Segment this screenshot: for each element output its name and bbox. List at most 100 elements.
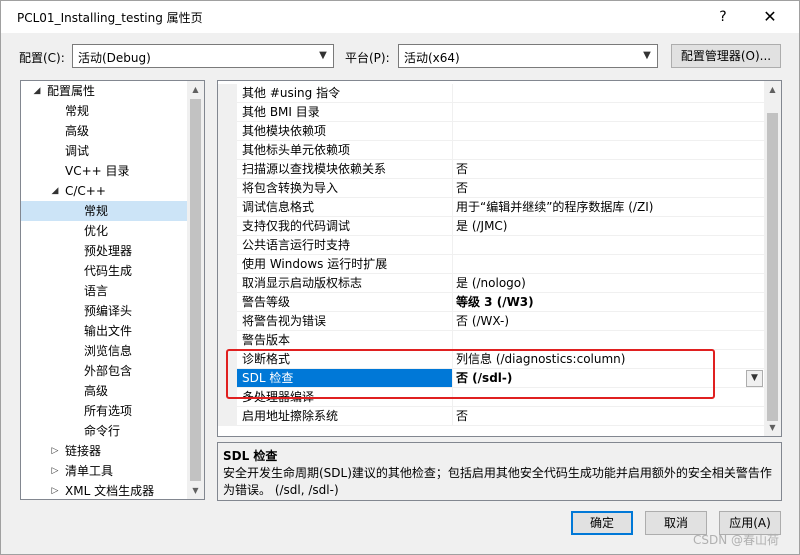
property-value[interactable]: 是 (/nologo) [453, 274, 764, 293]
tree-item[interactable]: 调试 [21, 141, 187, 161]
help-button[interactable]: ? [706, 5, 740, 29]
row-gutter [218, 388, 237, 407]
property-name: 支持仅我的代码调试 [237, 217, 453, 236]
row-gutter [218, 198, 237, 217]
property-value[interactable] [453, 103, 764, 122]
property-row[interactable]: 其他 BMI 目录 [218, 103, 764, 122]
property-row[interactable]: 调试信息格式 用于“编辑并继续”的程序数据库 (/ZI) [218, 198, 764, 217]
tree-item-label: 输出文件 [84, 324, 133, 338]
scrollbar-thumb[interactable] [190, 99, 201, 481]
tree-item-label: 清单工具 [65, 464, 114, 478]
property-value[interactable]: 否 (/WX-) [453, 312, 764, 331]
expand-arrow-icon[interactable]: ▷ [49, 481, 61, 499]
tree-item[interactable]: 预处理器 [21, 241, 187, 261]
property-value[interactable]: 否 (/sdl-) [453, 369, 764, 388]
property-value[interactable] [453, 255, 764, 274]
property-name: 其他标头单元依赖项 [237, 141, 453, 160]
tree-item[interactable]: 所有选项 [21, 401, 187, 421]
tree-item[interactable]: VC++ 目录 [21, 161, 187, 181]
property-row[interactable]: 其他标头单元依赖项 [218, 141, 764, 160]
property-row[interactable]: 公共语言运行时支持 [218, 236, 764, 255]
property-value[interactable]: 用于“编辑并继续”的程序数据库 (/ZI) [453, 198, 764, 217]
tree-item[interactable]: ▷ 清单工具 [21, 461, 187, 481]
tree-item-label: VC++ 目录 [65, 164, 130, 178]
property-row[interactable]: 其他模块依赖项 [218, 122, 764, 141]
property-row[interactable]: 警告版本 [218, 331, 764, 350]
configuration-manager-button[interactable]: 配置管理器(O)... [671, 44, 781, 68]
description-title: SDL 检查 [223, 449, 278, 463]
grid-scrollbar[interactable]: ▲ ▼ [764, 81, 781, 436]
property-row[interactable]: 警告等级 等级 3 (/W3) [218, 293, 764, 312]
tree-item[interactable]: 高级 [21, 121, 187, 141]
property-value[interactable]: 是 (/JMC) [453, 217, 764, 236]
property-row[interactable]: 支持仅我的代码调试是 (/JMC) [218, 217, 764, 236]
tree-item[interactable]: 代码生成 [21, 261, 187, 281]
property-row[interactable]: 将警告视为错误否 (/WX-) [218, 312, 764, 331]
property-row[interactable]: 使用 Windows 运行时扩展 [218, 255, 764, 274]
description-text: 安全开发生命周期(SDL)建议的其他检查；包括启用其他安全代码生成功能并启用额外… [223, 466, 772, 497]
property-row[interactable]: SDL 检查否 (/sdl-) [218, 369, 764, 388]
tree-item-label: 预编译头 [84, 304, 133, 318]
property-value[interactable] [453, 388, 764, 407]
property-name: 调试信息格式 [237, 198, 453, 217]
configuration-dropdown[interactable]: 活动(Debug) ▼ [72, 44, 334, 68]
tree-item[interactable]: 优化 [21, 221, 187, 241]
tree-scrollbar[interactable]: ▲ ▼ [187, 81, 204, 499]
tree-item[interactable]: 外部包含 [21, 361, 187, 381]
tree-item[interactable]: ▷ XML 文档生成器 [21, 481, 187, 499]
property-value[interactable] [453, 236, 764, 255]
collapse-arrow-icon[interactable]: ◢ [49, 181, 61, 201]
tree-item[interactable]: ◢ C/C++ [21, 181, 187, 201]
property-value[interactable] [453, 122, 764, 141]
scroll-down-icon[interactable]: ▼ [764, 419, 781, 436]
tree-item[interactable]: 输出文件 [21, 321, 187, 341]
property-value[interactable] [453, 141, 764, 160]
property-row[interactable]: 将包含转换为导入否 [218, 179, 764, 198]
tree-item[interactable]: ▷ 链接器 [21, 441, 187, 461]
tree-item[interactable]: ◢ 配置属性 [21, 81, 187, 101]
tree-item[interactable]: 浏览信息 [21, 341, 187, 361]
tree-item-label: 所有选项 [84, 404, 133, 418]
tree-item[interactable]: 命令行 [21, 421, 187, 441]
tree-item[interactable]: 语言 [21, 281, 187, 301]
property-row[interactable]: 启用地址擦除系统否 [218, 407, 764, 426]
tree-item-label: 命令行 [84, 424, 121, 438]
row-gutter [218, 236, 237, 255]
row-gutter [218, 407, 237, 426]
property-name: SDL 检查 [237, 369, 453, 388]
tree-item-label: 高级 [65, 124, 90, 138]
property-value[interactable]: 否 [453, 160, 764, 179]
scroll-up-icon[interactable]: ▲ [187, 81, 204, 98]
expand-arrow-icon[interactable]: ▷ [49, 441, 61, 461]
scroll-up-icon[interactable]: ▲ [764, 81, 781, 98]
property-value[interactable] [453, 331, 764, 350]
tree-item[interactable]: 预编译头 [21, 301, 187, 321]
tree-item[interactable]: 常规 [21, 201, 187, 221]
tree-item-label: 配置属性 [47, 84, 96, 98]
property-row[interactable]: 诊断格式 列信息 (/diagnostics:column) [218, 350, 764, 369]
property-row[interactable]: 取消显示启动版权标志是 (/nologo) [218, 274, 764, 293]
tree-item-label: 常规 [65, 104, 90, 118]
expand-arrow-icon[interactable]: ▷ [49, 461, 61, 481]
property-value[interactable]: 否 [453, 407, 764, 426]
property-name: 警告版本 [237, 331, 453, 350]
property-value[interactable] [453, 84, 764, 103]
property-row[interactable]: 扫描源以查找模块依赖关系否 [218, 160, 764, 179]
collapse-arrow-icon[interactable]: ◢ [31, 81, 43, 101]
ok-button[interactable]: 确定 [571, 511, 633, 535]
description-panel: SDL 检查 安全开发生命周期(SDL)建议的其他检查；包括启用其他安全代码生成… [217, 442, 782, 501]
scrollbar-thumb[interactable] [767, 113, 778, 421]
value-dropdown-chevron-icon[interactable]: ▼ [746, 370, 763, 387]
property-value[interactable]: 等级 3 (/W3) [453, 293, 764, 312]
tree-item[interactable]: 常规 [21, 101, 187, 121]
property-row[interactable]: 其他 #using 指令 [218, 84, 764, 103]
close-button[interactable]: ✕ [753, 5, 787, 29]
property-value[interactable]: 列信息 (/diagnostics:column) [453, 350, 764, 369]
scroll-down-icon[interactable]: ▼ [187, 482, 204, 499]
tree-item[interactable]: 高级 [21, 381, 187, 401]
platform-dropdown[interactable]: 活动(x64) ▼ [398, 44, 658, 68]
title-bar: PCL01_Installing_testing 属性页 ? ✕ [1, 1, 799, 33]
property-row[interactable]: 多处理器编译 [218, 388, 764, 407]
property-name: 其他 #using 指令 [237, 84, 453, 103]
property-value[interactable]: 否 [453, 179, 764, 198]
